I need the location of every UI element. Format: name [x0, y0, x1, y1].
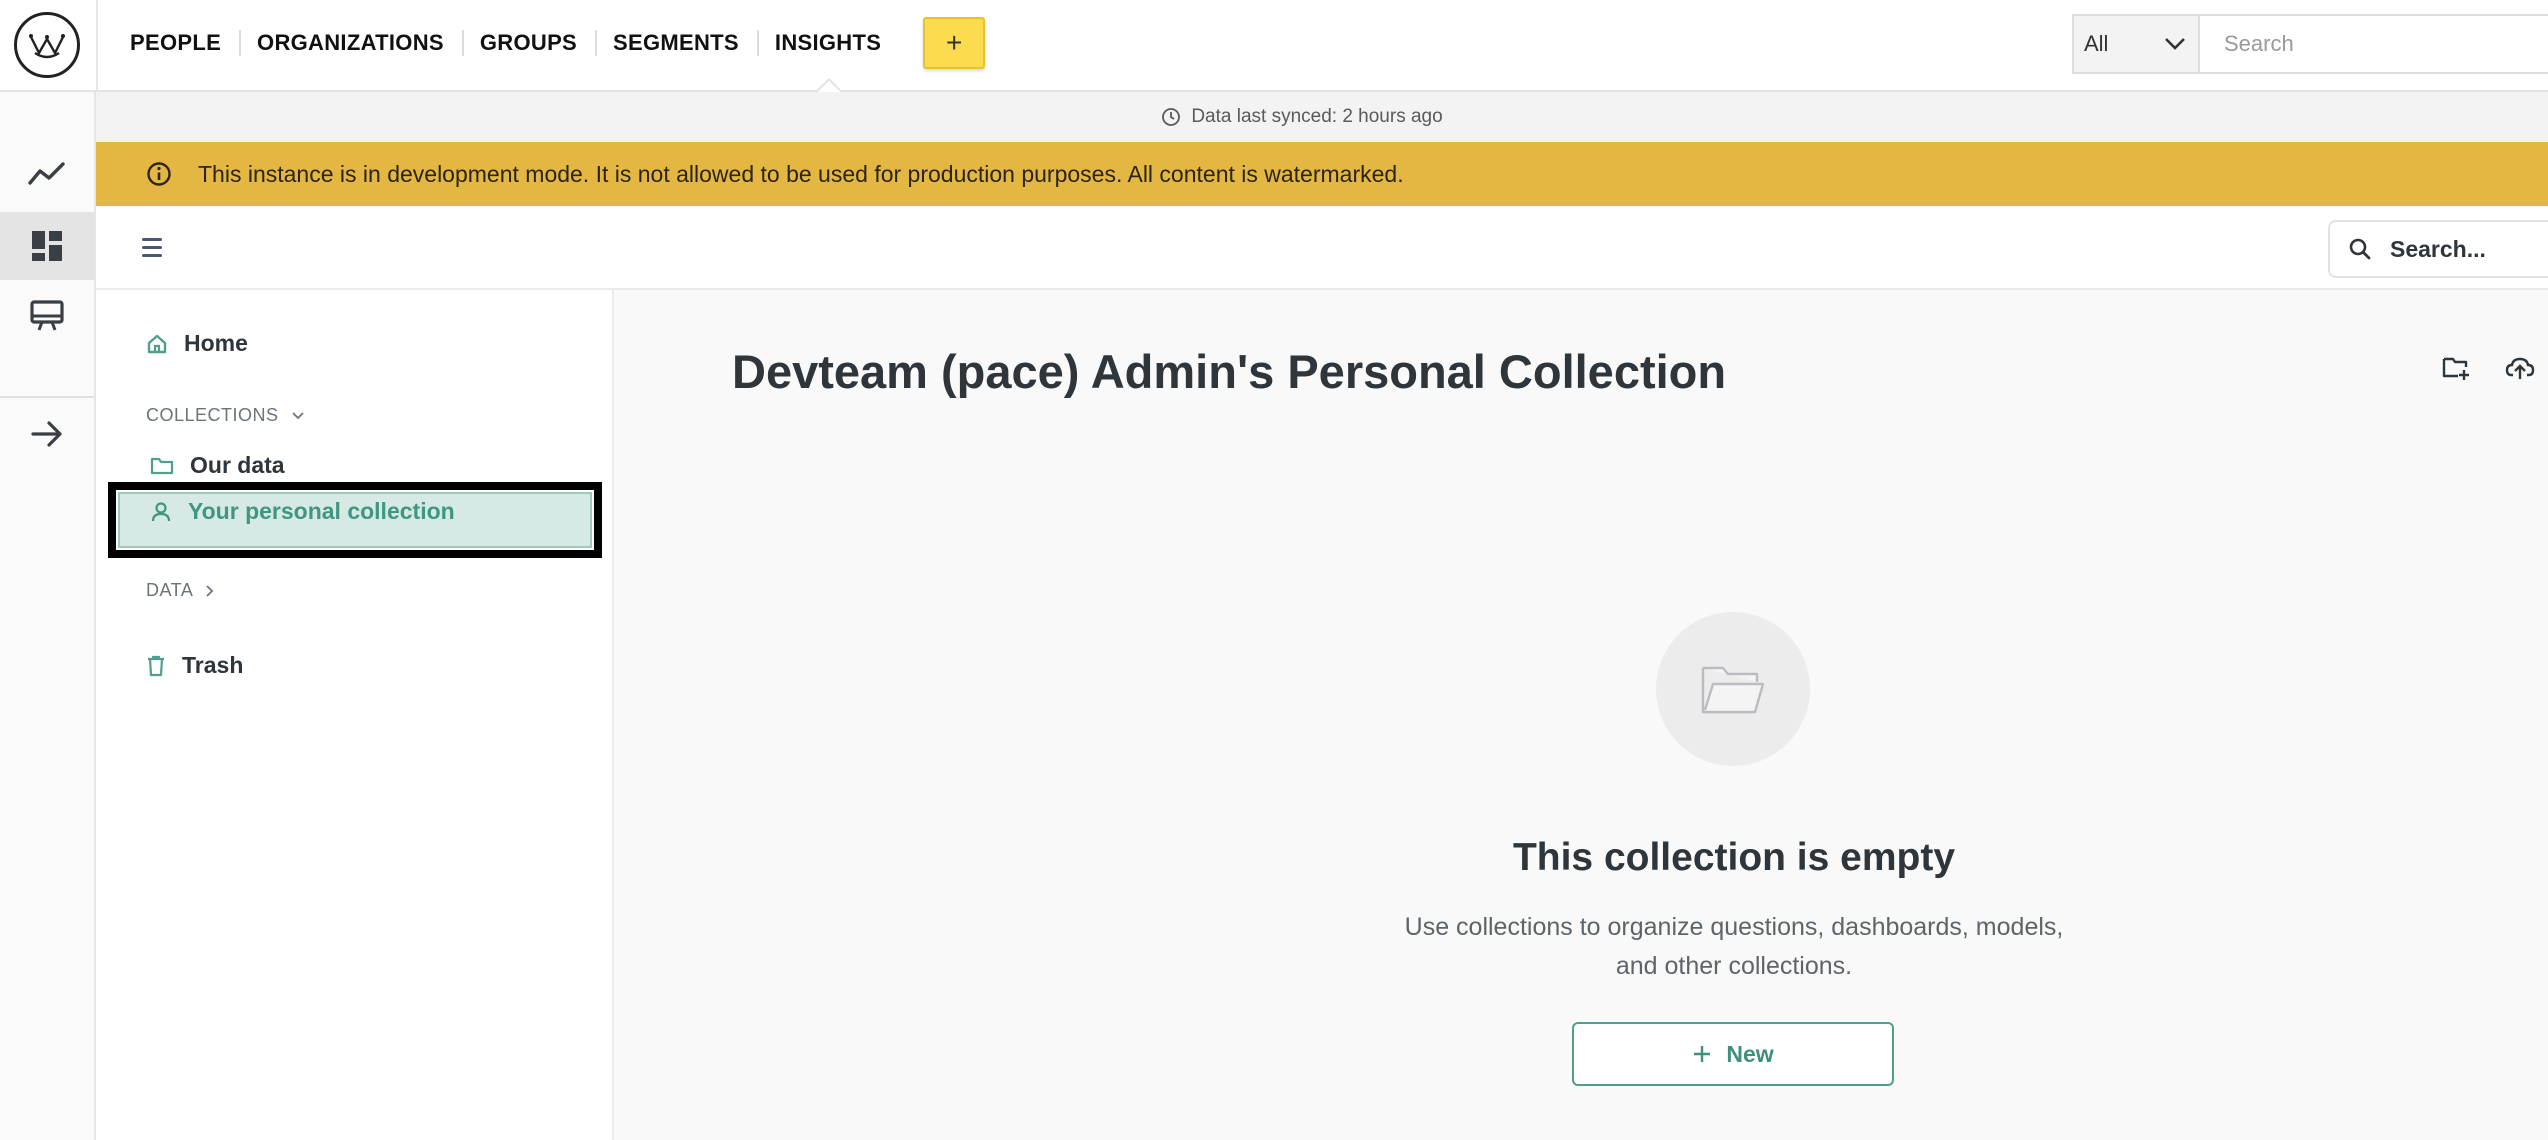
folder-icon [150, 457, 174, 474]
sync-status-text: Data last synced: 2 hours ago [1191, 106, 1443, 127]
collections-sidebar: Home COLLECTIONS Our data Your personal … [96, 290, 614, 1140]
chevron-right-icon [206, 584, 214, 597]
chevron-down-icon [291, 411, 304, 419]
upload-button[interactable] [2502, 350, 2538, 386]
home-icon [147, 334, 167, 353]
app-header: Search... [96, 206, 2548, 290]
sidebar-item-our-data[interactable]: Our data [150, 452, 285, 479]
search-scope-select[interactable]: All [2072, 14, 2200, 74]
nav-insights[interactable]: INSIGHTS [756, 30, 899, 56]
presentation-icon [30, 300, 64, 331]
dev-mode-banner: This instance is in development mode. It… [96, 142, 2548, 206]
collection-main: Devteam (pace) Admin's Personal Collecti… [614, 290, 2548, 1140]
sidebar-item-home[interactable]: Home [146, 330, 248, 357]
folder-plus-icon [2442, 357, 2469, 380]
info-icon [147, 162, 171, 186]
app-search-button[interactable]: Search... [2328, 220, 2548, 278]
sync-status-bar: Data last synced: 2 hours ago [96, 92, 2548, 142]
new-item-button-label: New [1726, 1040, 1774, 1067]
app-search-label: Search... [2390, 235, 2486, 262]
rail-presentation-button[interactable] [0, 282, 94, 350]
sidebar-toggle-button[interactable] [142, 232, 172, 262]
sidebar-item-our-data-label: Our data [190, 452, 285, 478]
collections-section-label: COLLECTIONS [146, 405, 279, 425]
rail-analytics-button[interactable] [0, 140, 94, 208]
main-nav: PEOPLE ORGANIZATIONS GROUPS SEGMENTS INS… [112, 0, 986, 86]
nav-segments[interactable]: SEGMENTS [595, 30, 757, 56]
top-navigation-bar: PEOPLE ORGANIZATIONS GROUPS SEGMENTS INS… [0, 0, 2548, 92]
cloud-upload-icon [2505, 357, 2535, 379]
chevron-down-icon [2165, 38, 2185, 50]
logo-divider [96, 0, 98, 92]
arrow-right-icon [31, 421, 62, 447]
rail-dashboard-button[interactable] [0, 212, 94, 280]
sidebar-item-personal-collection-label: Your personal collection [188, 498, 455, 524]
clock-icon [1162, 108, 1181, 126]
app-logo[interactable] [14, 12, 80, 78]
sidebar-item-home-label: Home [184, 330, 248, 356]
add-button[interactable]: + [923, 17, 986, 69]
dev-mode-banner-text: This instance is in development mode. It… [198, 160, 1404, 187]
global-search-input[interactable] [2198, 14, 2548, 74]
dashboard-icon [32, 231, 62, 261]
page-title: Devteam (pace) Admin's Personal Collecti… [732, 345, 1727, 398]
nav-groups[interactable]: GROUPS [461, 30, 595, 56]
new-collection-button[interactable] [2438, 350, 2474, 386]
nav-organizations[interactable]: ORGANIZATIONS [239, 30, 462, 56]
search-icon [2349, 238, 2371, 260]
sidebar-item-trash-label: Trash [182, 652, 244, 678]
rail-expand-button[interactable] [0, 400, 94, 468]
open-folder-icon [1701, 666, 1765, 714]
sidebar-item-trash[interactable]: Trash [146, 652, 243, 679]
nav-people[interactable]: PEOPLE [112, 30, 239, 56]
rail-divider [0, 396, 94, 398]
trash-icon [148, 655, 164, 676]
crown-logo-icon [29, 34, 65, 59]
empty-state-description: Use collections to organize questions, d… [1404, 913, 2064, 980]
sidebar-item-personal-collection[interactable]: Your personal collection [150, 498, 455, 525]
new-item-button[interactable]: New [1572, 1022, 1894, 1086]
person-icon [151, 501, 171, 521]
search-scope-value: All [2084, 31, 2109, 56]
plus-icon [1694, 1046, 1711, 1062]
trend-line-icon [28, 162, 65, 185]
empty-state-title: This collection is empty [1512, 836, 1956, 879]
data-section-label: DATA [146, 580, 194, 600]
left-rail [0, 92, 96, 1140]
empty-state-illustration [1656, 612, 1810, 766]
data-section-header[interactable]: DATA [146, 580, 215, 601]
collections-section-header[interactable]: COLLECTIONS [146, 405, 305, 426]
